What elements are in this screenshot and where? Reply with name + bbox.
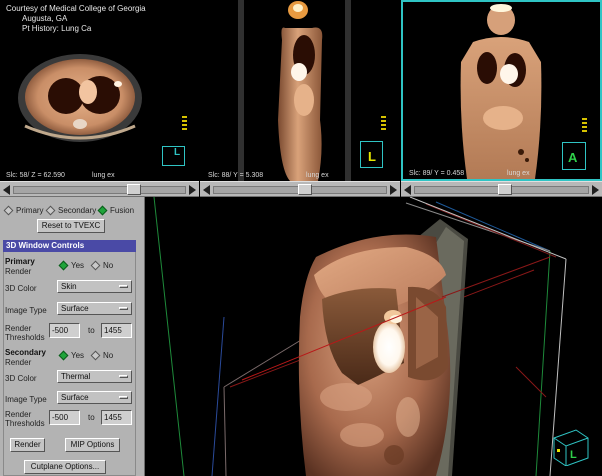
slider-track[interactable] <box>13 186 186 194</box>
primary-image-type-label: Image Type <box>5 306 47 315</box>
scale-bar <box>582 118 587 134</box>
secondary-render-no[interactable]: No <box>90 350 114 361</box>
radio-diamond-selected-icon <box>97 205 108 216</box>
sagittal-viewport[interactable]: L Slc: 88/ Y = 5.308 lung ex <box>200 0 400 181</box>
threshold-to-label: to <box>88 413 95 422</box>
mode-radio-primary[interactable]: Primary <box>3 205 44 216</box>
primary-threshold-min-input[interactable]: -500 <box>49 323 80 338</box>
primary-threshold-max-input[interactable]: 1455 <box>101 323 132 338</box>
dropdown-value: Surface <box>61 304 89 313</box>
arrow-left-icon[interactable] <box>3 185 10 195</box>
sagittal-slice-slider[interactable] <box>200 181 400 197</box>
arrow-left-icon[interactable] <box>203 185 210 195</box>
mip-options-button[interactable]: MIP Options <box>65 438 120 452</box>
section-title: 3D Window Controls <box>3 240 136 252</box>
radio-diamond-icon <box>90 350 101 361</box>
coronal-viewport[interactable]: A Slc: 89/ Y = 0.458 lung ex <box>401 0 602 181</box>
credit-location-text: Augusta, GA <box>22 14 68 23</box>
reset-button[interactable]: Reset to TVEXC <box>37 219 105 233</box>
slice-extra-label: lung ex <box>507 170 530 177</box>
primary-render-no[interactable]: No <box>90 260 114 271</box>
primary-threshold-sublabel: Thresholds <box>5 333 45 342</box>
dropdown-indicator-icon <box>119 375 128 378</box>
radio-label: No <box>103 351 114 360</box>
secondary-render-sublabel: Render <box>5 358 32 367</box>
primary-render-label: Primary <box>5 257 35 266</box>
primary-render-sublabel: Render <box>5 267 32 276</box>
orientation-letter: L <box>368 149 376 164</box>
orientation-letter: L <box>174 147 181 158</box>
credit-text: Courtesy of Medical College of Georgia <box>6 4 146 13</box>
dropdown-value: Skin <box>61 282 77 291</box>
slider-thumb[interactable] <box>297 184 312 195</box>
radio-label: No <box>103 261 114 270</box>
slice-extra-label: lung ex <box>306 172 329 179</box>
mode-radio-secondary[interactable]: Secondary <box>45 205 97 216</box>
dropdown-indicator-icon <box>119 307 128 310</box>
dropdown-value: Thermal <box>61 372 91 381</box>
orientation-box: L <box>360 141 383 168</box>
dropdown-value: Surface <box>61 393 89 402</box>
primary-render-yes[interactable]: Yes <box>58 260 85 271</box>
radio-label: Yes <box>71 261 85 270</box>
slider-thumb[interactable] <box>497 184 512 195</box>
secondary-color-dropdown[interactable]: Thermal <box>57 370 132 383</box>
radio-diamond-selected-icon <box>58 260 69 271</box>
primary-image-type-dropdown[interactable]: Surface <box>57 302 132 315</box>
cutplane-options-button[interactable]: Cutplane Options... <box>24 460 106 474</box>
render-3d-viewport[interactable]: L <box>146 197 602 476</box>
secondary-color-label: 3D Color <box>5 374 37 383</box>
threshold-to-label: to <box>88 326 95 335</box>
primary-color-dropdown[interactable]: Skin <box>57 280 132 293</box>
radio-label: Primary <box>16 206 44 215</box>
secondary-threshold-min-input[interactable]: -500 <box>49 410 80 425</box>
scale-bar <box>182 116 187 132</box>
arrow-right-icon[interactable] <box>189 185 196 195</box>
primary-color-label: 3D Color <box>5 284 37 293</box>
secondary-render-yes[interactable]: Yes <box>58 350 85 361</box>
radio-diamond-icon <box>3 205 14 216</box>
secondary-image-type-dropdown[interactable]: Surface <box>57 391 132 404</box>
orientation-box: A <box>562 142 586 170</box>
render-button[interactable]: Render <box>10 438 45 452</box>
control-panel: Primary Secondary Fusion Reset to TVEXC … <box>0 197 145 476</box>
render-3d-image <box>146 197 602 476</box>
mode-radio-fusion[interactable]: Fusion <box>97 205 135 216</box>
secondary-render-label: Secondary <box>5 348 46 357</box>
arrow-left-icon[interactable] <box>404 185 411 195</box>
coronal-slice-slider[interactable] <box>401 181 602 197</box>
orientation-letter: A <box>568 150 578 165</box>
arrow-right-icon[interactable] <box>390 185 397 195</box>
secondary-threshold-max-input[interactable]: 1455 <box>101 410 132 425</box>
arrow-right-icon[interactable] <box>592 185 599 195</box>
scale-bar <box>381 116 386 132</box>
radio-diamond-icon <box>45 205 56 216</box>
slider-thumb[interactable] <box>127 184 142 195</box>
axial-slice-slider[interactable] <box>0 181 199 197</box>
orientation-letter: L <box>570 449 577 461</box>
axial-viewport[interactable]: Courtesy of Medical College of Georgia A… <box>0 0 199 181</box>
radio-diamond-icon <box>90 260 101 271</box>
primary-threshold-label: Render <box>5 324 32 333</box>
secondary-threshold-label: Render <box>5 410 32 419</box>
secondary-image-type-label: Image Type <box>5 395 47 404</box>
dropdown-indicator-icon <box>119 396 128 399</box>
dropdown-indicator-icon <box>119 285 128 288</box>
orientation-cube-icon: L <box>550 426 590 466</box>
radio-diamond-selected-icon <box>58 350 69 361</box>
slice-info: Slc: 58/ Z = 62.590 <box>6 172 65 179</box>
orientation-box: L <box>162 146 185 166</box>
radio-label: Yes <box>71 351 85 360</box>
secondary-threshold-sublabel: Thresholds <box>5 419 45 428</box>
radio-label: Secondary <box>58 206 97 215</box>
slice-extra-label: lung ex <box>92 172 115 179</box>
slice-info: Slc: 89/ Y = 0.458 <box>409 170 465 177</box>
slice-info: Slc: 88/ Y = 5.308 <box>208 172 264 179</box>
radio-label: Fusion <box>110 206 135 215</box>
patient-history-text: Pt History: Lung Ca <box>22 24 92 33</box>
